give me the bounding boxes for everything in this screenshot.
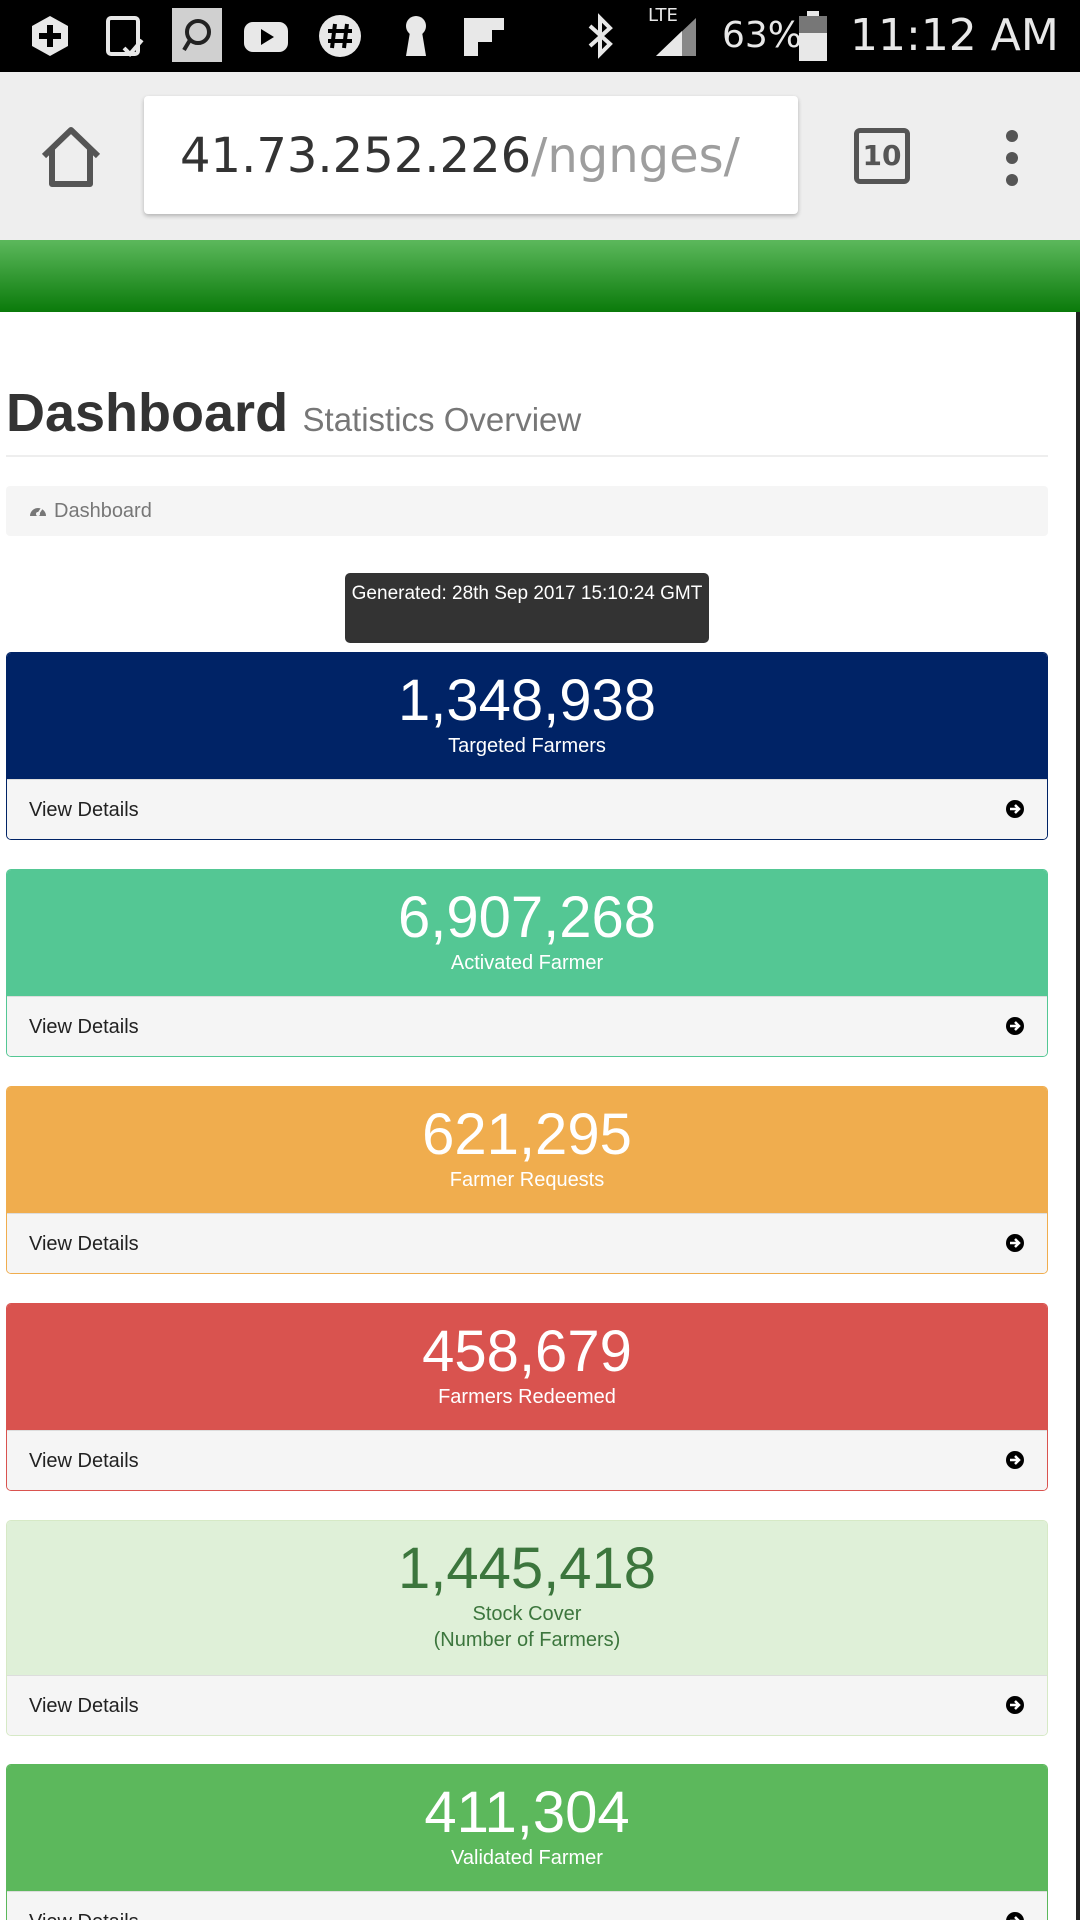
view-details-link[interactable]: View Details xyxy=(7,1675,1047,1735)
breadcrumb: Dashboard xyxy=(6,486,1048,536)
stat-value: 1,348,938 xyxy=(397,668,657,733)
view-details-label: View Details xyxy=(29,799,139,821)
panel-farmer-requests: 621,295 Farmer Requests View Details xyxy=(6,1086,1048,1274)
stat-value: 411,304 xyxy=(424,1780,630,1845)
arrow-circle-right-icon xyxy=(1006,1696,1024,1714)
page-edge xyxy=(1076,312,1080,1920)
tab-switcher-button[interactable]: 10 xyxy=(854,128,910,184)
url-text: 41.73.252.226/ngnges/ xyxy=(180,128,740,184)
chat-icon xyxy=(172,8,222,62)
arrow-circle-right-icon xyxy=(1006,800,1024,818)
view-details-label: View Details xyxy=(29,1695,139,1717)
arrow-circle-right-icon xyxy=(1006,1912,1024,1920)
browser-toolbar: 41.73.252.226/ngnges/ 10 xyxy=(0,72,1080,240)
generated-tooltip: Generated: 28th Sep 2017 15:10:24 GMT xyxy=(345,573,709,643)
page-title: Dashboard Statistics Overview xyxy=(6,382,581,444)
stat-value: 621,295 xyxy=(422,1102,632,1167)
stat-value: 1,445,418 xyxy=(397,1536,657,1601)
home-icon[interactable] xyxy=(38,124,104,190)
address-bar[interactable]: 41.73.252.226/ngnges/ xyxy=(144,96,798,214)
panel-farmers-redeemed: 458,679 Farmers Redeemed View Details xyxy=(6,1303,1048,1491)
stat-label: Targeted Farmers xyxy=(448,735,606,757)
panel-heading: 411,304 Validated Farmer xyxy=(7,1765,1047,1891)
panel-heading: 1,348,938 Targeted Farmers xyxy=(7,653,1047,779)
stat-label: Activated Farmer xyxy=(450,952,604,974)
stat-value: 458,679 xyxy=(422,1319,632,1384)
panel-heading: 621,295 Farmer Requests xyxy=(7,1087,1047,1213)
url-path: /ngnges/ xyxy=(531,128,740,184)
arrow-circle-right-icon xyxy=(1006,1017,1024,1035)
panel-stock-cover: 1,445,418 Stock Cover (Number of Farmers… xyxy=(6,1520,1048,1736)
view-details-link[interactable]: View Details xyxy=(7,779,1047,839)
view-details-label: View Details xyxy=(29,1233,139,1255)
site-header-bar xyxy=(0,240,1080,312)
status-bar: LTE 63% 11:12 AM xyxy=(0,0,1080,72)
page-subtitle: Statistics Overview xyxy=(302,401,582,438)
view-details-link[interactable]: View Details xyxy=(7,1430,1047,1490)
keyhole-icon xyxy=(406,16,426,56)
stat-label: Farmers Redeemed xyxy=(438,1386,616,1408)
stat-label: Farmer Requests xyxy=(449,1169,605,1191)
battery-icon xyxy=(799,11,827,61)
page-title-main: Dashboard xyxy=(6,383,289,443)
panel-heading: 6,907,268 Activated Farmer xyxy=(7,870,1047,996)
panel-heading: 458,679 Farmers Redeemed xyxy=(7,1304,1047,1430)
stat-label: Stock Cover xyxy=(472,1603,582,1625)
arrow-circle-right-icon xyxy=(1006,1451,1024,1469)
dashboard-icon xyxy=(30,507,46,516)
bluetooth-icon xyxy=(588,13,613,59)
view-details-link[interactable]: View Details xyxy=(7,1213,1047,1273)
view-details-link[interactable]: View Details xyxy=(7,996,1047,1056)
panel-heading: 1,445,418 Stock Cover (Number of Farmers… xyxy=(7,1521,1047,1675)
signal-icon xyxy=(656,18,696,56)
breadcrumb-item-dashboard[interactable]: Dashboard xyxy=(54,498,152,524)
overflow-menu-icon[interactable] xyxy=(1000,130,1024,186)
url-host: 41.73.252.226 xyxy=(180,128,532,184)
stat-label: Validated Farmer xyxy=(451,1847,603,1869)
slack-icon xyxy=(319,15,361,57)
arrow-circle-right-icon xyxy=(1006,1234,1024,1252)
battery-percent: 63% xyxy=(722,15,803,56)
divider xyxy=(6,455,1048,457)
stat-sublabel: (Number of Farmers) xyxy=(433,1629,621,1651)
stat-value: 6,907,268 xyxy=(397,885,657,950)
clock: 11:12 AM xyxy=(850,10,1059,61)
flipboard-icon xyxy=(464,18,504,56)
view-details-label: View Details xyxy=(29,1450,139,1472)
tablet-check-icon xyxy=(106,16,144,57)
view-details-label: View Details xyxy=(29,1909,139,1920)
view-details-label: View Details xyxy=(29,1016,139,1038)
panel-validated-farmer: 411,304 Validated Farmer View Details xyxy=(6,1764,1048,1920)
view-details-link[interactable]: View Details xyxy=(7,1891,1047,1920)
add-box-icon xyxy=(32,16,68,56)
panel-targeted-farmers: 1,348,938 Targeted Farmers View Details xyxy=(6,652,1048,840)
youtube-icon xyxy=(244,22,288,52)
panel-activated-farmer: 6,907,268 Activated Farmer View Details xyxy=(6,869,1048,1057)
